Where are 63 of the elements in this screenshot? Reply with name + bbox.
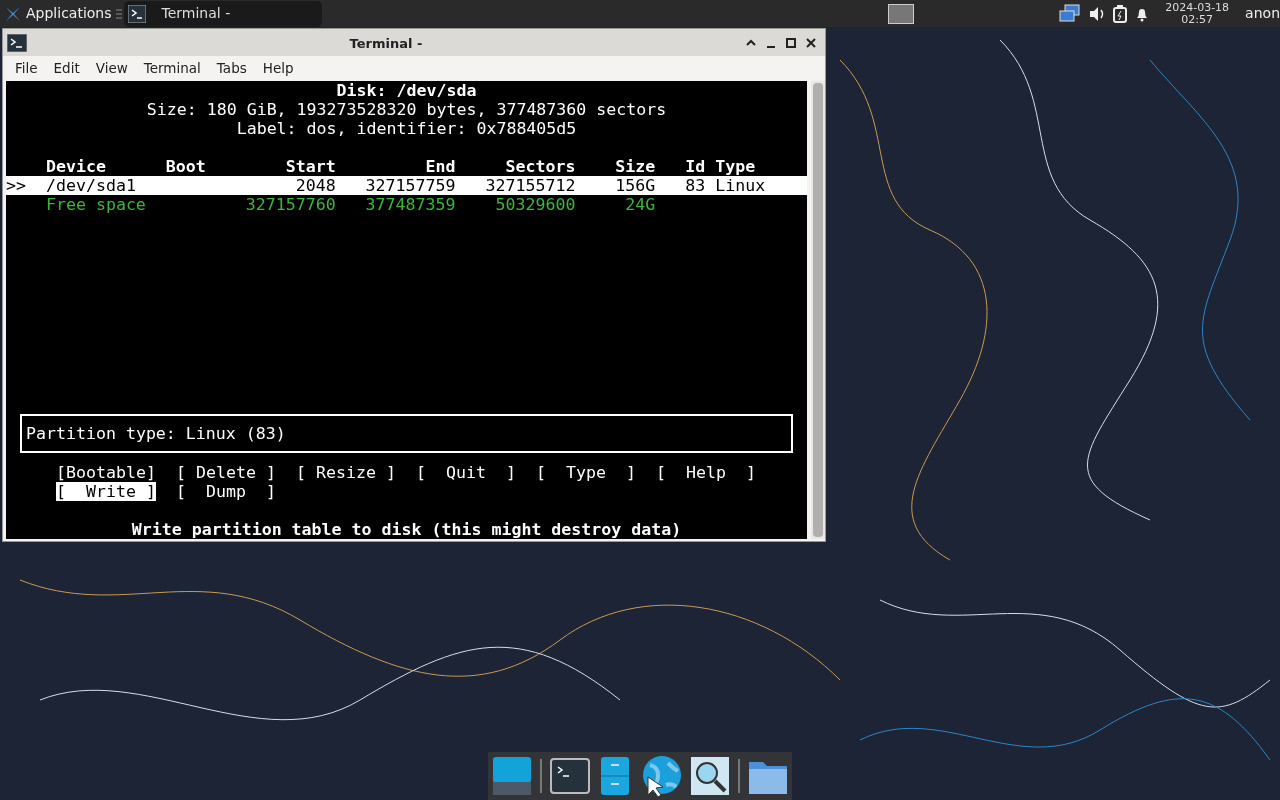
applications-menu[interactable]: Applications (26, 3, 112, 24)
terminal-icon (127, 4, 146, 23)
volume-icon[interactable] (1089, 5, 1106, 22)
action-button[interactable]: [ Resize ] (296, 463, 396, 482)
column-header: Id (684, 157, 706, 176)
column-header: Start (284, 157, 336, 176)
table-cell-text: 327157759 (364, 176, 456, 195)
row-marker: >> (6, 176, 27, 195)
partition-row[interactable]: >> /dev/sda1 2048 327157759 327155712 156G 83 Linux (6, 176, 807, 195)
magnifier-icon[interactable] (690, 756, 730, 796)
disk-title: Disk: /dev/sda (335, 81, 478, 100)
table-cell-text: 83 (684, 176, 706, 195)
table-cell-text: 156G (614, 176, 656, 195)
partition-type-text: Partition type: Linux (83) (26, 424, 286, 443)
maximize-icon[interactable] (785, 36, 797, 49)
column-header: Sectors (504, 157, 576, 176)
handle-icon (115, 7, 122, 20)
taskbar-button[interactable]: Terminal - (123, 0, 322, 27)
action-button[interactable]: [ Help ] (656, 463, 756, 482)
terminal-icon (7, 33, 27, 52)
action-button[interactable]: [Bootable] (56, 463, 156, 482)
window-title: Terminal - (349, 35, 423, 51)
table-cell-text: 327155712 (484, 176, 576, 195)
desktop-icon[interactable] (492, 756, 532, 796)
menu-item[interactable]: View (87, 58, 136, 79)
table-cell-text: Linux (715, 176, 767, 195)
workspace-switcher[interactable] (888, 3, 915, 24)
user-name[interactable]: anon (1245, 3, 1280, 24)
menu-item[interactable]: Help (254, 58, 302, 79)
action-button[interactable]: [ Write ] (56, 482, 156, 501)
column-header: Boot (165, 157, 207, 176)
clock[interactable]: 2024-03-18 02:57 (1165, 1, 1230, 26)
network-icon[interactable] (1059, 3, 1082, 24)
file-cabinet-icon[interactable] (598, 756, 632, 796)
table-cell-text: 2048 (294, 176, 336, 195)
action-button[interactable]: [ Type ] (536, 463, 636, 482)
menu-item[interactable]: Tabs (208, 58, 255, 79)
table-cell-text: Free space (45, 195, 147, 214)
column-header: End (424, 157, 456, 176)
table-cell-text: 24G (624, 195, 656, 214)
terminal-icon[interactable] (550, 756, 590, 796)
battery-icon[interactable] (1113, 4, 1128, 23)
status-message: Write partition table to disk (this might destroy data) (130, 520, 683, 539)
column-header: Type (715, 157, 757, 176)
table-cell-text: 327157760 (244, 195, 336, 214)
disk-info: Size: 180 GiB, 193273528320 bytes, 377487360 sectors (145, 100, 668, 119)
column-header: Size (614, 157, 656, 176)
globe-icon[interactable] (640, 755, 682, 797)
close-icon[interactable] (805, 36, 817, 49)
table-cell-text: 377487359 (364, 195, 456, 214)
action-button[interactable]: [ Delete ] (176, 463, 276, 482)
menu-item[interactable]: Edit (45, 58, 88, 79)
menu-item[interactable]: File (7, 58, 46, 79)
disk-info: Label: dos, identifier: 0x788405d5 (235, 119, 578, 138)
action-button[interactable]: [ Quit ] (416, 463, 516, 482)
scrollbar[interactable] (811, 81, 825, 539)
partition-row[interactable]: Free space 327157760 377487359 50329600 24G (6, 195, 807, 214)
menu-item[interactable]: Terminal (135, 58, 209, 79)
column-header: Device (45, 157, 107, 176)
logo-icon[interactable] (4, 4, 22, 23)
action-button[interactable]: [ Dump ] (176, 482, 276, 501)
table-cell-text: /dev/sda1 (45, 176, 137, 195)
table-cell-text: 50329600 (494, 195, 576, 214)
